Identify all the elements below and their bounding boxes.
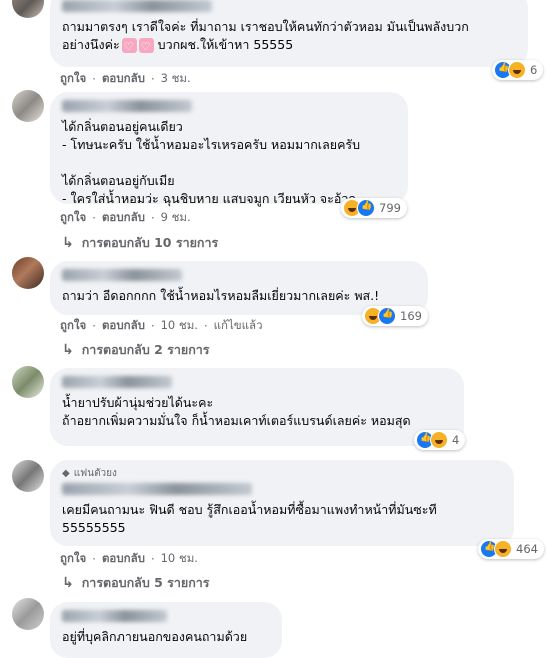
comment-text: ได้กลิ่นตอนอยู่คนเดียว - โทษนะครับ ใช้น้… xyxy=(62,119,361,206)
comment-text: เคยมีคนถามนะ ฟินดี ชอบ รู้สึกเออน้ำหอมที… xyxy=(62,502,437,535)
separator: · xyxy=(150,552,155,566)
reaction-count: 169 xyxy=(400,309,422,323)
separator: · xyxy=(150,211,155,225)
comment-bubble: น้ำยาปรับผ้านุ่มช่วยได้นะคะ ถ้าอยากเพิ่ม… xyxy=(50,368,464,446)
top-fan-badge[interactable]: ◆ แฟนตัวยง xyxy=(62,466,502,481)
haha-reaction-icon xyxy=(508,61,526,79)
haha-reaction-icon xyxy=(430,431,448,449)
replies-label: การตอบกลับ 2 รายการ xyxy=(81,342,210,357)
timestamp[interactable]: 3 ชม. xyxy=(161,70,191,88)
timestamp[interactable]: 10 ชม. xyxy=(161,317,198,335)
separator: · xyxy=(150,319,155,333)
reaction-count: 4 xyxy=(452,433,460,447)
like-reaction-icon xyxy=(357,199,375,217)
like-reaction-icon xyxy=(378,307,396,325)
badge-label: แฟนตัวยง xyxy=(73,468,117,479)
replies-label: การตอบกลับ 5 รายการ xyxy=(81,575,210,590)
avatar[interactable] xyxy=(12,460,44,492)
comment-actions: ถูกใจ · ตอบกลับ · 9 ชม. xyxy=(60,209,191,227)
comment-text: ถามว่า อีดอกกกก ใช้น้ำหอมไรหอมลืมเยี่ยวม… xyxy=(62,288,380,303)
avatar[interactable] xyxy=(12,598,44,630)
separator: · xyxy=(203,319,208,333)
reply-link[interactable]: ตอบกลับ xyxy=(102,317,145,335)
reaction-summary[interactable]: 169 xyxy=(362,306,428,326)
reply-arrow-icon: ↳ xyxy=(62,235,74,251)
reaction-count: 799 xyxy=(379,201,401,215)
reaction-summary[interactable]: 6 xyxy=(492,60,544,80)
heart-emoji-icon xyxy=(138,38,154,56)
timestamp[interactable]: 10 ชม. xyxy=(161,550,198,568)
reply-arrow-icon: ↳ xyxy=(62,575,74,591)
separator: · xyxy=(92,552,96,566)
like-link[interactable]: ถูกใจ xyxy=(60,70,86,88)
like-link[interactable]: ถูกใจ xyxy=(60,550,86,568)
author-name[interactable] xyxy=(62,0,212,12)
reaction-summary[interactable]: 4 xyxy=(414,430,466,450)
reply-link[interactable]: ตอบกลับ xyxy=(102,209,145,227)
like-link[interactable]: ถูกใจ xyxy=(60,317,86,335)
comment-actions: ถูกใจ · ตอบกลับ · 3 ชม. xyxy=(60,70,191,88)
comment-bubble: ◆ แฟนตัวยง เคยมีคนถามนะ ฟินดี ชอบ รู้สึก… xyxy=(50,460,514,546)
author-name[interactable] xyxy=(62,269,182,281)
reaction-summary[interactable]: 464 xyxy=(478,539,544,559)
author-name[interactable] xyxy=(62,376,172,388)
comment-bubble: ได้กลิ่นตอนอยู่คนเดียว - โทษนะครับ ใช้น้… xyxy=(50,92,408,206)
comment-text: น้ำยาปรับผ้านุ่มช่วยได้นะคะ ถ้าอยากเพิ่ม… xyxy=(62,395,411,428)
comment-bubble: ถามมาตรงๆ เราดีใจค่ะ ที่มาถาม เราชอบให้ค… xyxy=(50,0,528,67)
view-replies-link[interactable]: ↳ การตอบกลับ 5 รายการ xyxy=(62,573,210,593)
separator: · xyxy=(92,211,96,225)
author-name[interactable] xyxy=(62,483,252,495)
haha-reaction-icon xyxy=(494,540,512,558)
avatar[interactable] xyxy=(12,0,44,18)
reply-link[interactable]: ตอบกลับ xyxy=(102,550,145,568)
avatar[interactable] xyxy=(12,366,44,398)
reply-link[interactable]: ตอบกลับ xyxy=(102,70,145,88)
avatar[interactable] xyxy=(12,257,44,289)
like-link[interactable]: ถูกใจ xyxy=(60,209,86,227)
reaction-count: 464 xyxy=(516,542,538,556)
author-name[interactable] xyxy=(62,100,192,112)
reaction-summary[interactable]: 799 xyxy=(341,198,407,218)
view-replies-link[interactable]: ↳ การตอบกลับ 10 รายการ xyxy=(62,233,218,253)
avatar[interactable] xyxy=(12,90,44,122)
separator: · xyxy=(150,72,155,86)
separator: · xyxy=(92,319,96,333)
diamond-icon: ◆ xyxy=(62,468,70,479)
replies-label: การตอบกลับ 10 รายการ xyxy=(81,235,219,250)
edited-label[interactable]: แก้ไขแล้ว xyxy=(214,317,263,335)
heart-emoji-icon xyxy=(121,38,137,56)
reaction-count: 6 xyxy=(530,63,538,77)
comment-text: อยู่ที่บุคลิกภายนอกของคนถามด้วย xyxy=(62,629,248,644)
comment-actions: ถูกใจ · ตอบกลับ · 10 ชม. xyxy=(60,550,198,568)
author-name[interactable] xyxy=(62,610,167,622)
reply-arrow-icon: ↳ xyxy=(62,342,74,358)
timestamp[interactable]: 9 ชม. xyxy=(161,209,191,227)
separator: · xyxy=(92,72,96,86)
comment-text: ถามมาตรงๆ เราดีใจค่ะ ที่มาถาม เราชอบให้ค… xyxy=(62,18,516,56)
comment-actions: ถูกใจ · ตอบกลับ · 10 ชม. · แก้ไขแล้ว xyxy=(60,317,263,335)
view-replies-link[interactable]: ↳ การตอบกลับ 2 รายการ xyxy=(62,340,210,360)
